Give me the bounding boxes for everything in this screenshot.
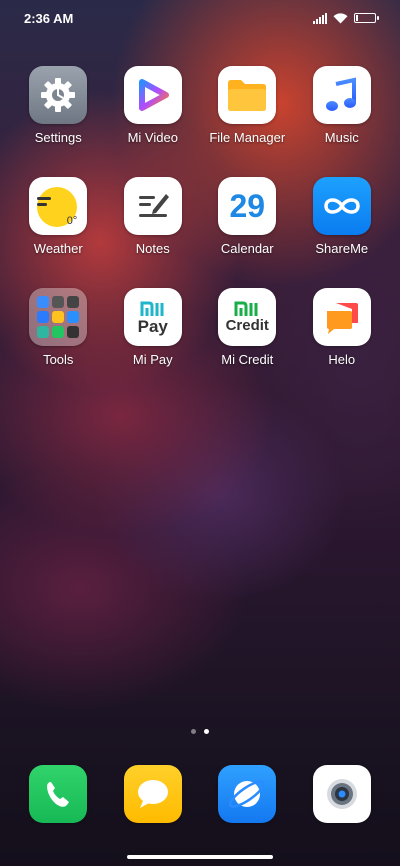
app-music[interactable]: Music <box>297 66 387 177</box>
tools-folder-icon <box>29 288 88 346</box>
music-icon <box>312 66 371 124</box>
app-tools[interactable]: Tools <box>13 288 103 399</box>
weather-temp: 0° <box>66 215 78 227</box>
status-icons <box>313 12 379 24</box>
app-settings[interactable]: Settings <box>13 66 103 177</box>
app-mi-credit[interactable]: Credit Mi Credit <box>202 288 292 399</box>
app-mi-video[interactable]: Mi Video <box>108 66 198 177</box>
folder-icon <box>218 66 277 124</box>
app-calendar[interactable]: 29 Calendar <box>202 177 292 288</box>
shareme-icon <box>312 177 371 235</box>
app-label: Helo <box>328 352 356 367</box>
dock-browser[interactable] <box>202 765 292 823</box>
mi-credit-text: Credit <box>225 317 269 334</box>
notes-icon <box>123 177 182 235</box>
home-indicator[interactable] <box>127 855 273 859</box>
app-label: Mi Credit <box>221 352 274 367</box>
app-row: Tools Pay Mi Pay Credit Mi Credit Helo <box>0 288 400 399</box>
browser-icon <box>218 765 277 823</box>
dock-camera[interactable] <box>297 765 387 823</box>
dock-phone[interactable] <box>13 765 103 823</box>
app-file-manager[interactable]: File Manager <box>202 66 292 177</box>
app-label: Mi Pay <box>132 352 173 367</box>
helo-icon <box>312 288 371 346</box>
app-label: Notes <box>135 241 170 256</box>
mi-video-icon <box>123 66 182 124</box>
app-label: Mi Video <box>127 130 178 145</box>
app-row: Settings Mi Video File Manager Music <box>0 66 400 177</box>
mi-credit-icon: Credit <box>218 288 277 346</box>
dock <box>0 765 400 823</box>
battery-icon <box>354 13 379 23</box>
calendar-day: 29 <box>229 187 266 224</box>
page-indicator <box>0 729 400 734</box>
status-bar: 2:36 AM <box>0 0 400 36</box>
app-label: File Manager <box>209 130 286 145</box>
app-label: Weather <box>33 241 83 256</box>
dock-messages[interactable] <box>108 765 198 823</box>
wifi-icon <box>333 12 348 23</box>
weather-icon: 0° <box>29 177 88 235</box>
page-dot[interactable] <box>191 729 196 734</box>
settings-icon <box>29 66 88 124</box>
calendar-icon: 29 <box>218 177 277 235</box>
app-label: Calendar <box>220 241 274 256</box>
app-label: Settings <box>34 130 82 145</box>
page-dot-active[interactable] <box>204 729 209 734</box>
app-shareme[interactable]: ShareMe <box>297 177 387 288</box>
app-helo[interactable]: Helo <box>297 288 387 399</box>
messages-icon <box>123 765 182 823</box>
app-mi-pay[interactable]: Pay Mi Pay <box>108 288 198 399</box>
app-notes[interactable]: Notes <box>108 177 198 288</box>
app-grid: Settings Mi Video File Manager Music 0° … <box>0 66 400 399</box>
app-row: 0° Weather Notes 29 Calendar ShareMe <box>0 177 400 288</box>
app-label: Tools <box>43 352 74 367</box>
signal-icon <box>313 12 327 24</box>
phone-icon <box>29 765 88 823</box>
app-label: Music <box>324 130 359 145</box>
app-label: ShareMe <box>315 241 369 256</box>
status-time: 2:36 AM <box>24 10 74 26</box>
mi-pay-text: Pay <box>137 316 168 336</box>
camera-icon <box>312 765 371 823</box>
app-weather[interactable]: 0° Weather <box>13 177 103 288</box>
mi-pay-icon: Pay <box>123 288 182 346</box>
